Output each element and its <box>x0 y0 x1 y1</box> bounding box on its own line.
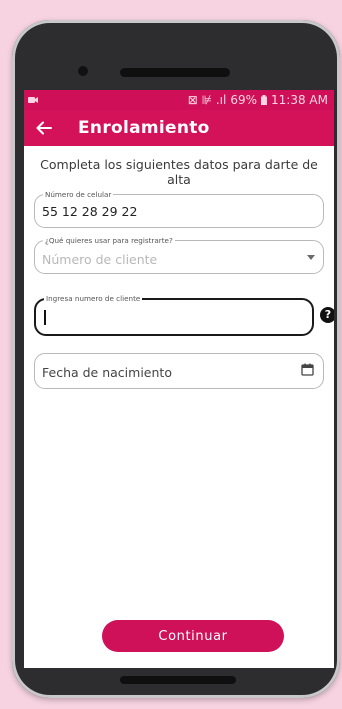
calendar-icon[interactable] <box>301 363 314 376</box>
status-left <box>28 96 38 104</box>
battery-percent: 69% <box>230 93 258 107</box>
phone-number-value: 55 12 28 29 22 <box>42 204 138 219</box>
camera-notification-icon <box>28 97 38 103</box>
register-method-select[interactable]: ¿Qué quieres usar para registrarte? Núme… <box>34 235 324 274</box>
speaker <box>120 68 230 77</box>
help-icon[interactable]: ? <box>320 307 334 323</box>
register-method-placeholder: Número de cliente <box>42 252 158 267</box>
home-indicator <box>120 676 236 684</box>
app-screen: ⊠ ⊯ .ıl 69% 11:38 AM Enrolamiento Comple… <box>24 90 334 668</box>
phone-frame: ⊠ ⊯ .ıl 69% 11:38 AM Enrolamiento Comple… <box>12 20 340 698</box>
phone-number-field[interactable]: Número de celular 55 12 28 29 22 <box>34 189 324 228</box>
app-bar: Enrolamiento <box>24 110 334 146</box>
register-method-label: ¿Qué quieres usar para registrarte? <box>43 235 175 246</box>
form-subtitle: Completa los siguientes datos para darte… <box>40 157 318 187</box>
status-bar: ⊠ ⊯ .ıl 69% 11:38 AM <box>24 90 334 110</box>
arrow-left-icon <box>36 121 52 135</box>
status-time: 11:38 AM <box>271 93 328 107</box>
front-camera <box>78 66 88 76</box>
chevron-down-icon <box>307 255 315 260</box>
phone-number-label: Número de celular <box>43 189 114 200</box>
birth-date-placeholder: Fecha de nacimiento <box>42 365 172 380</box>
form-content: Completa los siguientes datos para darte… <box>24 157 334 389</box>
text-cursor <box>44 310 46 325</box>
client-number-input[interactable]: Ingresa numero de cliente ? <box>34 293 334 336</box>
page-title: Enrolamiento <box>78 118 210 138</box>
client-number-label: Ingresa numero de cliente <box>44 293 143 304</box>
signal-icons: ⊠ ⊯ .ıl <box>187 93 227 107</box>
birth-date-field[interactable]: Fecha de nacimiento <box>34 353 324 389</box>
status-right: ⊠ ⊯ .ıl 69% 11:38 AM <box>188 93 328 107</box>
battery-icon <box>261 95 268 105</box>
back-button[interactable] <box>24 110 64 146</box>
continue-button[interactable]: Continuar <box>102 620 284 652</box>
